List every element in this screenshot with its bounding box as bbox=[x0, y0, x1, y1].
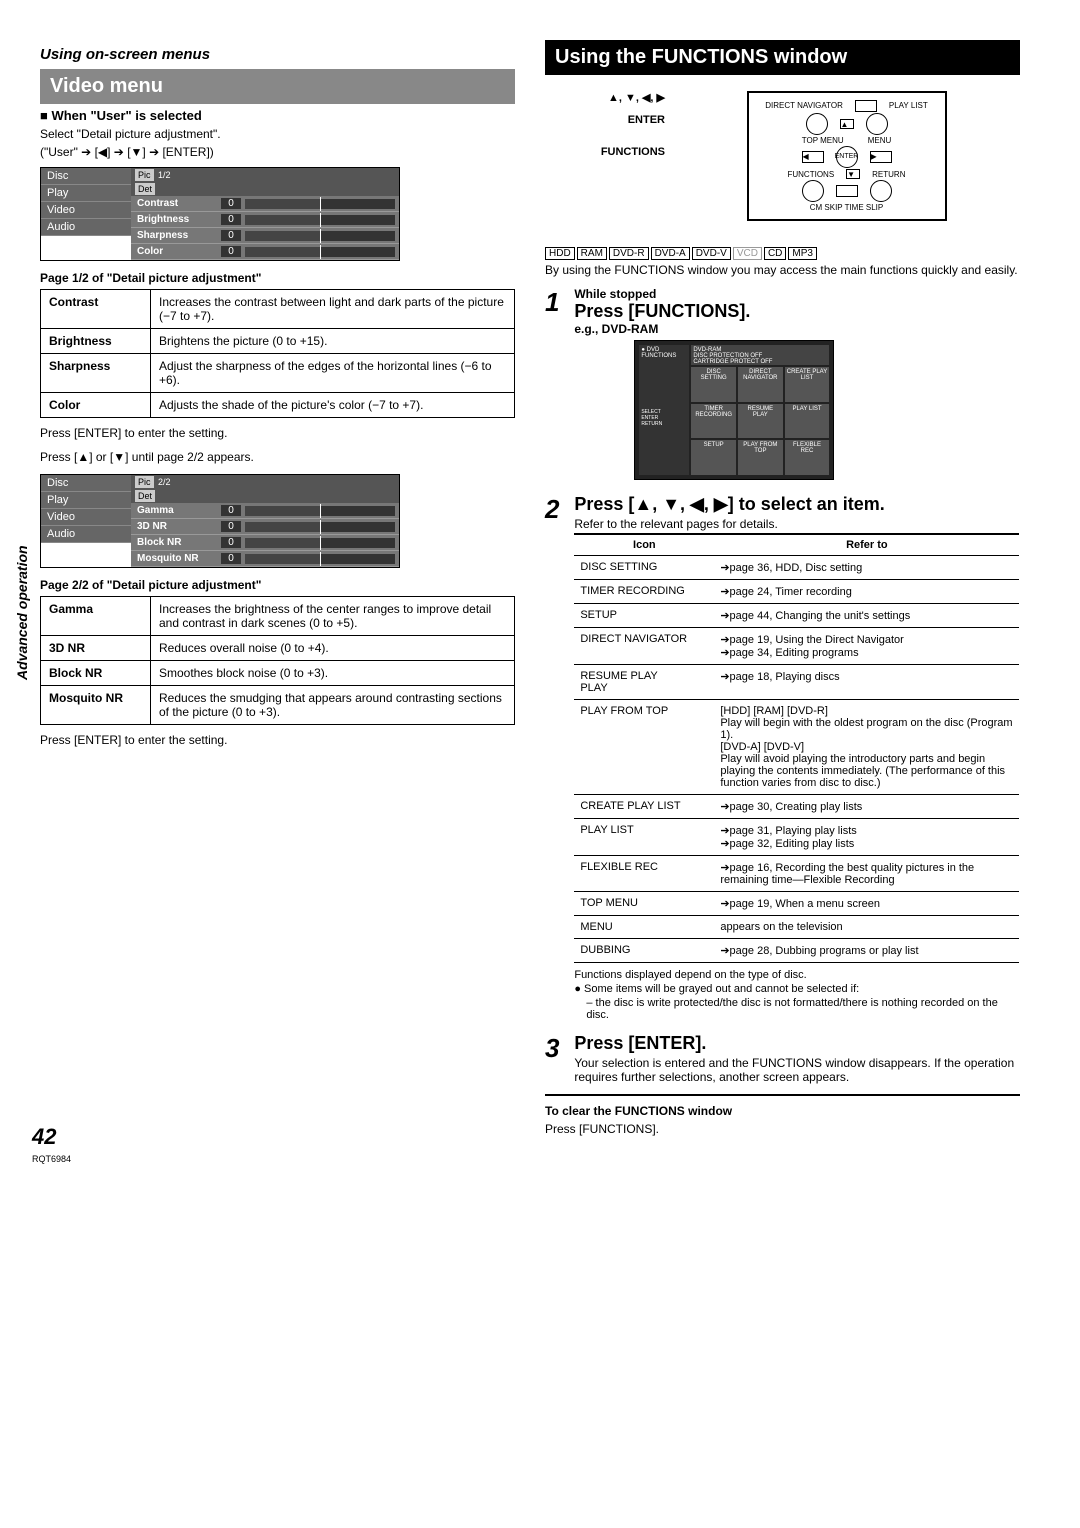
spec-table-1: ContrastIncreases the contrast between l… bbox=[40, 289, 515, 418]
osd-tab-audio: Audio bbox=[41, 219, 131, 236]
osd-row-sharpness: Sharpness0 bbox=[131, 228, 399, 244]
step-3-body: Your selection is entered and the FUNCTI… bbox=[574, 1056, 1019, 1084]
clear-heading: To clear the FUNCTIONS window bbox=[545, 1104, 1020, 1118]
osd-row-mosquitonr: Mosquito NR0 bbox=[131, 551, 399, 567]
media-tags: HDDRAMDVD-RDVD-ADVD-VVCDCDMP3 bbox=[545, 247, 1020, 259]
doc-code: RQT6984 bbox=[32, 1154, 71, 1164]
enter-note-1: Press [ENTER] to enter the setting. bbox=[40, 426, 515, 440]
nav-path: ("User" ➔ [◀] ➔ [▼] ➔ [ENTER]) bbox=[40, 145, 515, 159]
step-1-eg: e.g., DVD-RAM bbox=[574, 322, 1019, 336]
clear-body: Press [FUNCTIONS]. bbox=[545, 1122, 1020, 1136]
step-1-num: 1 bbox=[545, 287, 571, 318]
step-2-sub: Refer to the relevant pages for details. bbox=[574, 517, 1019, 531]
osd-row-3dnr: 3D NR0 bbox=[131, 519, 399, 535]
page2-caption: Page 2/2 of "Detail picture adjustment" bbox=[40, 578, 515, 592]
using-menus-heading: Using on-screen menus bbox=[40, 46, 515, 63]
step-1-title: Press [FUNCTIONS]. bbox=[574, 301, 1019, 322]
after-notes: Functions displayed depend on the type o… bbox=[574, 969, 1019, 1021]
osd-row-blocknr: Block NR0 bbox=[131, 535, 399, 551]
osd-tab-video: Video bbox=[41, 202, 131, 219]
osd-page2: Disc Play Video Audio Pic 2/2 Det Gamma0… bbox=[40, 474, 400, 568]
osd-pic-tag: Pic bbox=[135, 169, 154, 181]
osd-tab-play: Play bbox=[41, 185, 131, 202]
osd-row-contrast: Contrast0 bbox=[131, 196, 399, 212]
page1-caption: Page 1/2 of "Detail picture adjustment" bbox=[40, 271, 515, 285]
select-detail-text: Select "Detail picture adjustment". bbox=[40, 127, 515, 141]
page-nav-note: Press [▲] or [▼] until page 2/2 appears. bbox=[40, 450, 515, 464]
osd-row-gamma: Gamma0 bbox=[131, 503, 399, 519]
reference-table: IconRefer to DISC SETTING➔page 36, HDD, … bbox=[574, 533, 1019, 963]
osd-page-ind1: 1/2 bbox=[158, 170, 171, 180]
osd-row-brightness: Brightness0 bbox=[131, 212, 399, 228]
osd-row-color: Color0 bbox=[131, 244, 399, 260]
osd-page-ind2: 2/2 bbox=[158, 477, 171, 487]
step-3-title: Press [ENTER]. bbox=[574, 1033, 1019, 1054]
step-2-num: 2 bbox=[545, 494, 571, 525]
functions-screenshot: ● DVD FUNCTIONS SELECT ENTER RETURN DVD-… bbox=[634, 340, 834, 480]
osd-tab-disc: Disc bbox=[41, 168, 131, 185]
divider bbox=[545, 1094, 1020, 1096]
pointer-enter-label: ENTER bbox=[545, 114, 665, 126]
functions-heading-bar: Using the FUNCTIONS window bbox=[545, 40, 1020, 75]
spec-table-2: GammaIncreases the brightness of the cen… bbox=[40, 596, 515, 725]
page-number: 42 bbox=[32, 1124, 56, 1150]
pointer-functions-label: FUNCTIONS bbox=[545, 146, 665, 158]
video-menu-bar: Video menu bbox=[40, 69, 515, 104]
enter-note-2: Press [ENTER] to enter the setting. bbox=[40, 733, 515, 747]
intro-text: By using the FUNCTIONS window you may ac… bbox=[545, 263, 1020, 277]
side-label: Advanced operation bbox=[14, 545, 30, 680]
pointer-arrows-label: ▲, ▼, ◀, ▶ bbox=[545, 91, 665, 104]
when-user-heading: When "User" is selected bbox=[40, 108, 515, 123]
step-2-title: Press [▲, ▼, ◀, ▶] to select an item. bbox=[574, 494, 1019, 515]
step-1-sub: While stopped bbox=[574, 287, 1019, 301]
remote-diagram: DIRECT NAVIGATOR PLAY LIST ▲ TOP MENU ME… bbox=[747, 91, 947, 221]
osd-det-tag: Det bbox=[135, 183, 155, 195]
osd-page1: Disc Play Video Audio Pic 1/2 Det Contra… bbox=[40, 167, 400, 261]
step-3-num: 3 bbox=[545, 1033, 571, 1064]
